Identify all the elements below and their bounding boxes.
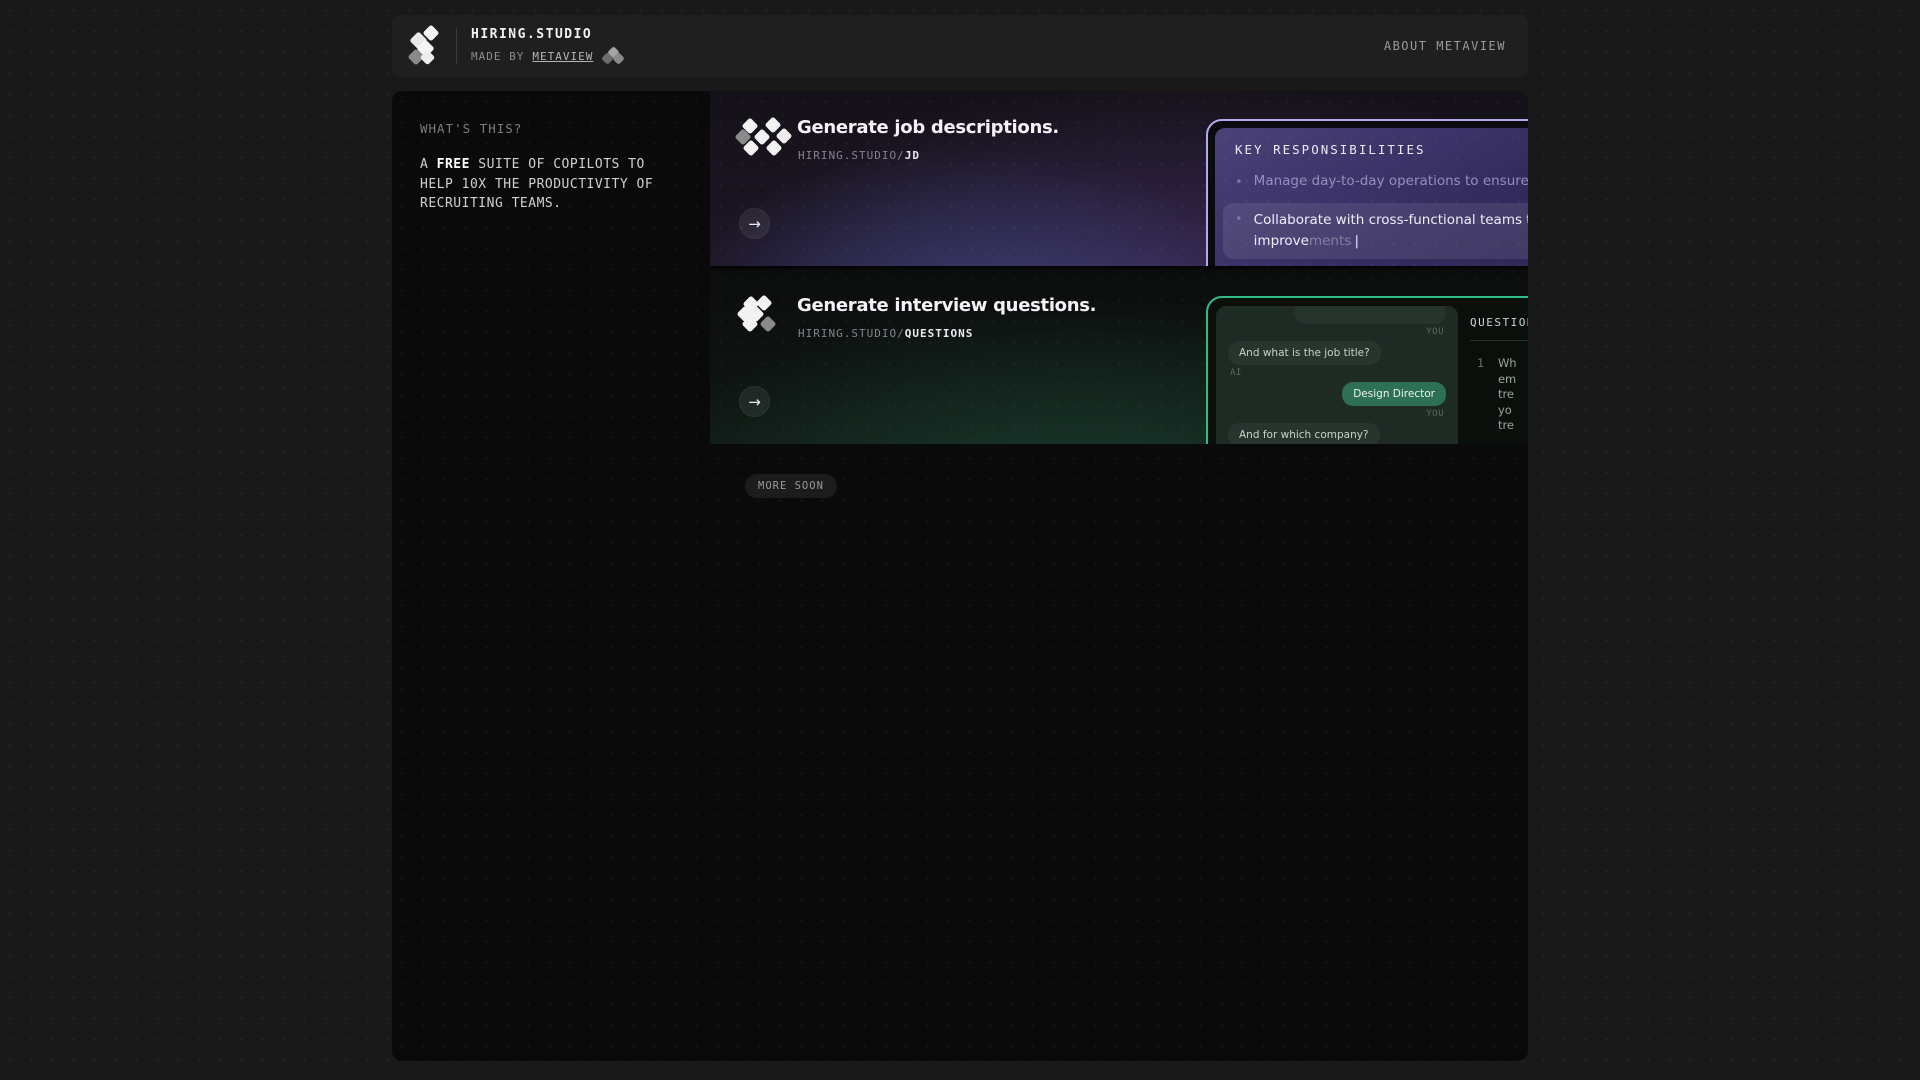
questions-list-heading: QUESTIONS [1470, 316, 1528, 329]
card-generate-job-descriptions[interactable]: Generate job descriptions. HIRING.STUDIO… [710, 91, 1528, 266]
jd-card-slug: HIRING.STUDIO/JD [798, 149, 920, 162]
questions-card-title: Generate interview questions. [797, 295, 1096, 316]
questions-list-panel: QUESTIONS 1 Wh em tre yo tre [1470, 306, 1528, 444]
questions-arrow-button[interactable]: → [739, 386, 770, 417]
jd-bullet-1: • Manage day-to-day operations to ensure… [1235, 173, 1528, 193]
metaview-logo-icon [601, 48, 625, 65]
questions-slug-prefix: HIRING.STUDIO/ [798, 327, 905, 340]
jd-bullet-list: • Manage day-to-day operations to ensure… [1235, 173, 1528, 266]
question-text-line: yo [1498, 403, 1517, 419]
jd-preview-content: KEY RESPONSIBILITIES • Manage day-to-day… [1215, 128, 1528, 266]
metaview-link[interactable]: METAVIEW [532, 50, 593, 63]
typing-cursor: | [1354, 233, 1359, 249]
jd-arrow-button[interactable]: → [739, 208, 770, 239]
made-by-prefix: MADE BY [471, 50, 524, 63]
header-bar: HIRING.STUDIO MADE BY METAVIEW ABOUT MET… [392, 15, 1528, 77]
questions-card-slug: HIRING.STUDIO/QUESTIONS [798, 327, 973, 340]
card-generate-interview-questions[interactable]: Generate interview questions. HIRING.STU… [710, 269, 1528, 444]
cards-column: Generate job descriptions. HIRING.STUDIO… [710, 91, 1528, 1061]
jd-product-icon [737, 118, 785, 160]
site-title: HIRING.STUDIO [471, 27, 625, 42]
more-soon-section: MORE SOON [710, 444, 1528, 1061]
chat-bubble-cutoff [1294, 306, 1446, 324]
question-text-line: tre [1498, 418, 1517, 434]
question-text-line: Wh [1498, 356, 1517, 372]
made-by-line: MADE BY METAVIEW [471, 48, 625, 65]
chat-sender-ai: AI [1230, 368, 1242, 378]
sidebar: WHAT'S THIS? A FREE SUITE OF COPILOTS TO… [392, 91, 710, 1061]
question-text-line: tre [1498, 387, 1517, 403]
hiring-studio-logo-icon [408, 26, 442, 66]
typing-text-fading: ments [1309, 233, 1351, 249]
about-metaview-link[interactable]: ABOUT METAVIEW [1384, 39, 1506, 53]
chat-sender-you-2: YOU [1426, 409, 1444, 419]
jd-slug-prefix: HIRING.STUDIO/ [798, 149, 905, 162]
sidebar-text-pre: A [420, 157, 437, 172]
chat-bubble-ai-1: And what is the job title? [1228, 341, 1381, 365]
header-brand: HIRING.STUDIO MADE BY METAVIEW [408, 26, 625, 66]
jd-bullet-2-active: • Collaborate with cross-functional team… [1223, 203, 1528, 259]
question-item-1: 1 Wh em tre yo tre [1470, 356, 1528, 434]
question-text: Wh em tre yo tre [1498, 356, 1517, 434]
jd-card-title: Generate job descriptions. [797, 117, 1059, 138]
jd-bullet-2-line1: Collaborate with cross-functional teams … [1254, 210, 1528, 231]
sidebar-heading: WHAT'S THIS? [420, 121, 682, 136]
bullet-dot-icon: • [1235, 210, 1243, 252]
chat-bubble-ai-2: And for which company? [1228, 423, 1380, 444]
sidebar-description: A FREE SUITE OF COPILOTS TO HELP 10X THE… [420, 155, 660, 214]
questions-divider [1470, 340, 1528, 341]
question-number: 1 [1477, 356, 1484, 434]
jd-bullet-1-text: Manage day-to-day operations to ensure e [1254, 173, 1528, 193]
main-container: WHAT'S THIS? A FREE SUITE OF COPILOTS TO… [392, 91, 1528, 1061]
questions-slug: QUESTIONS [905, 327, 974, 340]
header-divider [456, 28, 457, 64]
jd-bullet-2-line2: improvements| [1254, 231, 1528, 252]
question-text-line: em [1498, 372, 1517, 388]
questions-preview-window: YOU And what is the job title? AI Design… [1206, 296, 1528, 444]
jd-slug: JD [905, 149, 920, 162]
bullet-dot-icon: • [1235, 173, 1243, 193]
more-soon-badge: MORE SOON [745, 474, 837, 498]
jd-bullet-2-lines: Collaborate with cross-functional teams … [1254, 210, 1528, 252]
jd-preview-heading: KEY RESPONSIBILITIES [1235, 142, 1528, 157]
typing-text-solid: improve [1254, 233, 1309, 249]
sidebar-text-bold: FREE [437, 157, 470, 172]
chat-preview: YOU And what is the job title? AI Design… [1216, 306, 1458, 444]
questions-product-icon [737, 296, 785, 338]
chat-sender-you: YOU [1426, 327, 1444, 337]
chat-bubble-user: Design Director [1342, 382, 1446, 406]
jd-preview-window: KEY RESPONSIBILITIES • Manage day-to-day… [1206, 119, 1528, 266]
